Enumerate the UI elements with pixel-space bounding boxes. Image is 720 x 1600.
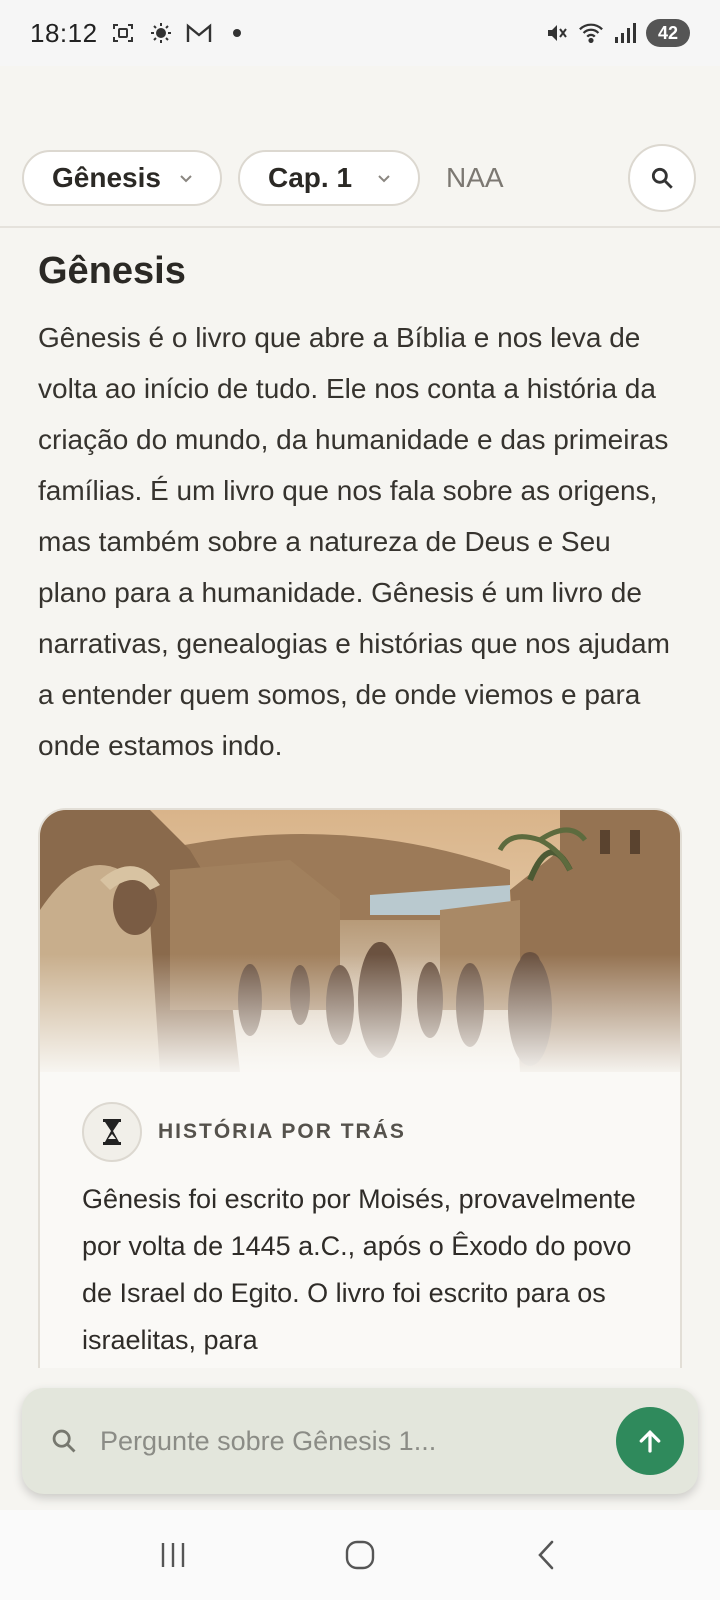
screenshot-icon bbox=[110, 20, 136, 46]
home-icon bbox=[345, 1540, 375, 1570]
book-selector-label: Gênesis bbox=[52, 162, 161, 193]
chapter-selector-label: Cap. 1 bbox=[268, 162, 353, 193]
brightness-icon bbox=[148, 20, 174, 46]
ancient-city-illustration bbox=[40, 810, 680, 1072]
book-title: Gênesis bbox=[38, 250, 186, 292]
signal-icon bbox=[612, 20, 638, 46]
status-time: 18:12 bbox=[30, 17, 98, 48]
book-intro-section: Gênesis Gênesis é o livro que abre a Bíb… bbox=[38, 244, 682, 771]
notification-dot-icon bbox=[224, 20, 250, 46]
ask-input[interactable] bbox=[100, 1425, 616, 1457]
chevron-down-icon bbox=[378, 175, 390, 183]
history-card: HISTÓRIA POR TRÁS Gênesis foi escrito po… bbox=[38, 808, 682, 1368]
status-bar: 18:12 42 bbox=[0, 0, 720, 66]
book-intro-text: Gênesis é o livro que abre a Bíblia e no… bbox=[38, 322, 670, 761]
back-icon bbox=[537, 1540, 553, 1570]
mute-icon bbox=[544, 20, 570, 46]
home-button[interactable] bbox=[330, 1530, 390, 1580]
wifi-icon bbox=[578, 20, 604, 46]
ask-bar bbox=[22, 1388, 698, 1494]
recents-icon bbox=[162, 1543, 185, 1567]
version-selector[interactable]: NAA bbox=[446, 162, 504, 194]
reader-toolbar: Gênesis Cap. 1 NAA bbox=[0, 138, 720, 228]
recents-button[interactable] bbox=[143, 1530, 203, 1580]
system-nav-bar bbox=[0, 1510, 720, 1600]
search-icon bbox=[651, 167, 673, 189]
search-button[interactable] bbox=[628, 144, 696, 212]
status-right: 42 bbox=[544, 19, 690, 47]
battery-icon: 42 bbox=[646, 19, 690, 47]
history-card-body: HISTÓRIA POR TRÁS Gênesis foi escrito po… bbox=[40, 1072, 680, 1364]
arrow-up-icon bbox=[639, 1429, 661, 1453]
back-button[interactable] bbox=[517, 1530, 577, 1580]
history-card-text: Gênesis foi escrito por Moisés, provavel… bbox=[82, 1184, 636, 1355]
history-card-label: HISTÓRIA POR TRÁS bbox=[158, 1120, 406, 1143]
search-icon bbox=[52, 1429, 76, 1453]
status-left: 18:12 bbox=[30, 18, 250, 49]
gmail-icon bbox=[186, 20, 212, 46]
chevron-down-icon bbox=[180, 175, 192, 183]
history-card-header: HISTÓRIA POR TRÁS bbox=[82, 1102, 638, 1162]
book-selector[interactable]: Gênesis bbox=[22, 150, 222, 206]
send-button[interactable] bbox=[616, 1407, 684, 1475]
hourglass-icon bbox=[82, 1102, 142, 1162]
chapter-selector[interactable]: Cap. 1 bbox=[238, 150, 420, 206]
